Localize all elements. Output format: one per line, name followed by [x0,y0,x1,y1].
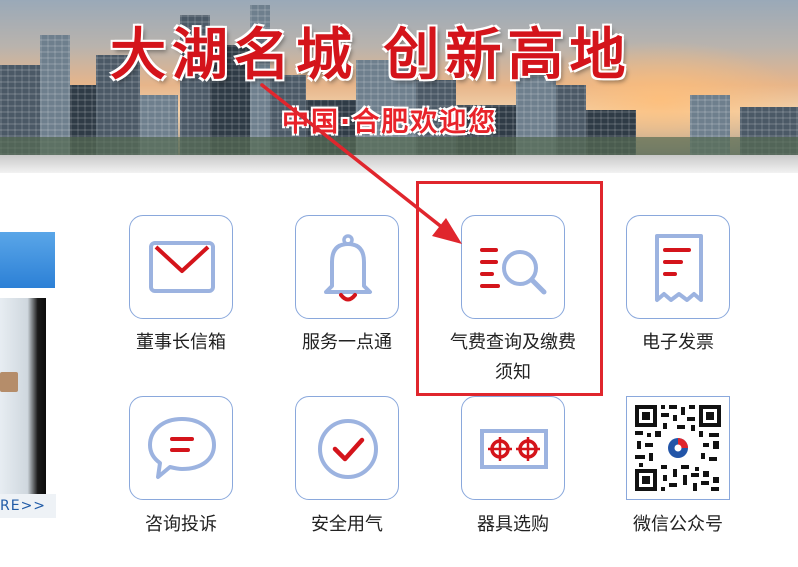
appliance-tile[interactable] [461,396,565,500]
tree-line [0,137,798,155]
wechat-label[interactable]: 微信公众号 [608,510,748,540]
mailbox-tile[interactable] [129,215,233,319]
invoice-label[interactable]: 电子发票 [608,328,748,358]
safety-tile[interactable] [295,396,399,500]
left-news-panel [0,232,56,522]
complaint-label[interactable]: 咨询投诉 [111,510,251,540]
news-image[interactable] [0,298,46,518]
stove-icon [480,429,548,469]
banner-shadow [0,155,798,173]
appliance-label[interactable]: 器具选购 [443,510,583,540]
more-link[interactable]: RE>> [0,494,56,518]
mailbox-label[interactable]: 董事长信箱 [111,328,251,358]
news-header-block[interactable] [0,232,55,288]
complaint-tile[interactable] [129,396,233,500]
service-tile[interactable] [295,215,399,319]
bell-icon [324,234,372,302]
banner-subline: 中国·合肥欢迎您 [282,107,498,138]
banner-headline: 大湖名城 创新高地 [110,22,632,88]
banner: 大湖名城 创新高地 中国·合肥欢迎您 [0,0,798,155]
check-circle-icon [318,419,378,479]
chat-icon [148,417,216,479]
mail-icon [149,241,215,293]
highlight-box [416,181,603,396]
news-image-object [0,372,18,392]
qr-code [633,403,723,493]
invoice-tile[interactable] [626,215,730,319]
wechat-qr-code[interactable] [626,396,730,500]
safety-label[interactable]: 安全用气 [277,510,417,540]
invoice-icon [655,234,703,302]
service-label[interactable]: 服务一点通 [277,328,417,358]
